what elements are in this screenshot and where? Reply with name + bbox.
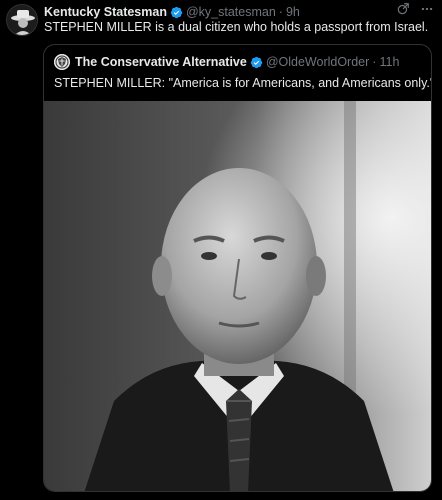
quoted-tweet[interactable]: The Conservative Alternative @OldeWorldO… <box>43 44 432 492</box>
hat-silhouette-avatar-icon <box>7 5 37 35</box>
quoted-timestamp[interactable]: 11h <box>379 55 399 69</box>
quoted-tweet-text: STEPHEN MILLER: "America is for American… <box>54 76 432 90</box>
quoted-author-name[interactable]: The Conservative Alternative <box>75 55 247 69</box>
verified-badge-icon[interactable] <box>170 6 183 19</box>
separator: · <box>372 55 377 69</box>
tweet[interactable]: Kentucky Statesman @ky_statesman · 9h ST… <box>0 0 442 500</box>
timestamp[interactable]: 9h <box>286 5 300 19</box>
tweet-text: STEPHEN MILLER is a dual citizen who hol… <box>44 20 429 34</box>
top-icons <box>396 2 434 16</box>
quoted-author-handle[interactable]: @OldeWorldOrder <box>266 55 369 69</box>
author-handle[interactable]: @ky_statesman <box>186 5 276 19</box>
author-name[interactable]: Kentucky Statesman <box>44 5 167 19</box>
separator: · <box>278 5 283 19</box>
tweet-header: Kentucky Statesman @ky_statesman · 9h <box>44 3 412 21</box>
shield-logo-avatar-icon <box>54 54 70 70</box>
black-and-white-portrait-photo[interactable] <box>44 101 431 491</box>
quoted-avatar[interactable] <box>54 54 70 70</box>
avatar[interactable] <box>6 4 38 36</box>
quoted-tweet-header: The Conservative Alternative @OldeWorldO… <box>54 54 399 70</box>
portrait-image <box>44 101 431 491</box>
grok-icon[interactable] <box>396 2 410 16</box>
verified-badge-icon[interactable] <box>250 56 263 69</box>
more-icon[interactable] <box>420 2 434 16</box>
